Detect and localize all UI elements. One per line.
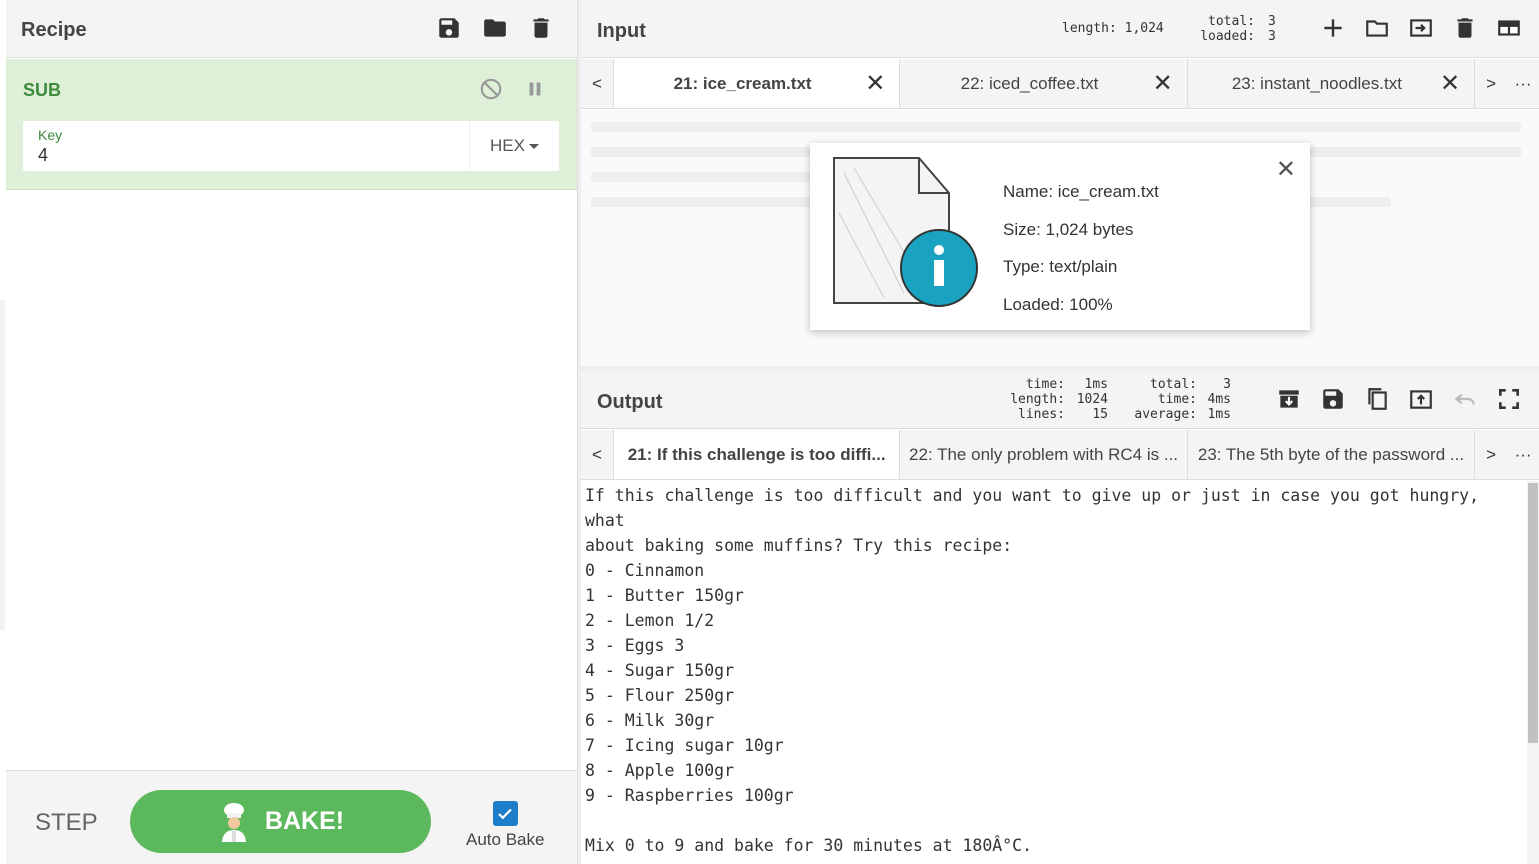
clear-input-trash-icon[interactable] (1451, 14, 1479, 42)
input-tabs: < 21: ice_cream.txt ✕ 22: iced_coffee.tx… (581, 59, 1539, 109)
input-panel: Input length: 1,024 total: 3 loaded: 3 < (581, 0, 1539, 368)
input-length-stat: length: 1,024 (1062, 21, 1164, 36)
input-tab-label: 23: instant_noodles.txt (1231, 73, 1402, 93)
replace-input-icon[interactable] (1407, 385, 1435, 413)
bake-label: BAKE! (264, 807, 345, 835)
output-tab-next-button[interactable]: > (1475, 430, 1507, 479)
scrollbar-thumb[interactable] (1528, 483, 1538, 743)
output-lines-value: 15 (1092, 407, 1108, 422)
output-text[interactable]: If this challenge is too difficult and y… (585, 483, 1515, 858)
input-tab-more-button[interactable]: ··· (1507, 59, 1539, 108)
close-popup-icon[interactable]: ✕ (1276, 155, 1296, 184)
bake-bar: STEP BAKE! Auto Bake (6, 770, 577, 864)
caret-down-icon (528, 143, 539, 149)
output-time2-label: time: (1157, 392, 1197, 407)
input-tab-label: 21: ice_cream.txt (673, 73, 812, 93)
copy-output-icon[interactable] (1363, 385, 1391, 413)
auto-bake-checkbox[interactable] (492, 801, 518, 826)
file-size: Size: 1,024 bytes (1003, 219, 1134, 239)
output-tab-label: 21: If this challenge is too diffi... (627, 444, 886, 464)
output-length-value: 1024 (1076, 392, 1108, 407)
key-input[interactable]: 4 (38, 145, 48, 166)
input-tab-21[interactable]: 21: ice_cream.txt ✕ (612, 59, 901, 108)
bake-button[interactable]: BAKE! (130, 790, 431, 853)
output-total-label: total: (1150, 377, 1197, 392)
auto-bake-toggle[interactable]: Auto Bake (466, 801, 544, 850)
output-header: Output time: 1ms length: 1024 lines: 15 … (581, 371, 1539, 429)
close-tab-icon[interactable]: ✕ (1153, 69, 1173, 98)
clear-recipe-trash-icon[interactable] (527, 14, 555, 42)
output-time2-value: 4ms (1207, 392, 1231, 407)
disable-operation-icon[interactable] (477, 75, 505, 103)
left-resize-handle[interactable] (0, 300, 5, 630)
input-tab-23[interactable]: 23: instant_noodles.txt ✕ (1188, 59, 1476, 108)
pause-operation-icon[interactable] (521, 75, 549, 103)
auto-bake-label: Auto Bake (466, 830, 545, 849)
output-tabs: < 21: If this challenge is too diffi... … (581, 430, 1539, 480)
file-info-popup: Name: ice_cream.txt Size: 1,024 bytes Ty… (810, 143, 1310, 330)
output-panel: Output time: 1ms length: 1024 lines: 15 … (581, 371, 1539, 864)
open-file-icon[interactable] (1407, 14, 1435, 42)
output-average-value: 1ms (1207, 407, 1231, 422)
output-scrollbar[interactable] (1527, 481, 1539, 864)
output-tab-23[interactable]: 23: The 5th byte of the password ... (1188, 430, 1476, 479)
recipe-title: Recipe (21, 19, 87, 41)
save-recipe-icon[interactable] (435, 14, 463, 42)
check-icon (498, 808, 513, 819)
obscured-text-line (591, 172, 811, 182)
output-tab-prev-button[interactable]: < (581, 430, 613, 479)
file-type: Type: text/plain (1003, 257, 1118, 276)
input-tab-prev-button[interactable]: < (581, 59, 613, 108)
file-loaded: Loaded: 100% (1003, 294, 1113, 314)
output-title: Output (597, 391, 663, 413)
output-length-label: length: (1010, 392, 1065, 407)
input-loaded-label: loaded: (1200, 29, 1255, 44)
operation-sub[interactable]: SUB Key 4 HEX (6, 59, 577, 190)
recipe-panel: Recipe SUB Key 4 HEX STEP BAKE! Auto Bak… (0, 0, 578, 864)
load-recipe-folder-icon[interactable] (481, 14, 509, 42)
output-lines-label: lines: (1018, 407, 1065, 422)
key-type-dropdown[interactable]: HEX (469, 121, 559, 171)
output-average-label: average: (1134, 407, 1197, 422)
chef-icon (221, 802, 246, 842)
maximise-icon[interactable] (1495, 385, 1523, 413)
add-input-tab-plus-icon[interactable] (1319, 14, 1347, 42)
obscured-text-line (591, 122, 1521, 132)
save-output-icon[interactable] (1319, 385, 1347, 413)
output-time-label: time: (1025, 377, 1065, 392)
output-tab-more-button[interactable]: ··· (1507, 430, 1539, 479)
input-tab-next-button[interactable]: > (1475, 59, 1507, 108)
input-title: Input (597, 20, 646, 42)
input-header: Input length: 1,024 total: 3 loaded: 3 (581, 0, 1539, 58)
key-type-label: HEX (490, 136, 525, 155)
input-total-label: total: (1208, 14, 1255, 29)
output-time-value: 1ms (1084, 377, 1108, 392)
step-button[interactable]: STEP (35, 809, 98, 837)
recipe-header: Recipe (6, 0, 577, 58)
file-info-icon (833, 157, 978, 307)
close-tab-icon[interactable]: ✕ (1440, 69, 1460, 98)
output-tab-label: 22: The only problem with RC4 is ... (909, 444, 1179, 464)
file-name: Name: ice_cream.txt (1003, 182, 1159, 201)
input-total-value: 3 (1268, 14, 1276, 29)
output-tab-21[interactable]: 21: If this challenge is too diffi... (612, 430, 901, 479)
close-tab-icon[interactable]: ✕ (865, 69, 885, 98)
operation-title: SUB (23, 80, 62, 100)
open-folder-icon[interactable] (1363, 14, 1391, 42)
key-field[interactable]: Key 4 HEX (23, 121, 559, 171)
download-output-icon[interactable] (1275, 385, 1303, 413)
output-tab-22[interactable]: 22: The only problem with RC4 is ... (900, 430, 1188, 479)
input-tab-label: 22: iced_coffee.txt (960, 73, 1099, 93)
undo-icon[interactable] (1451, 385, 1479, 413)
key-label: Key (38, 127, 63, 143)
reset-layout-icon[interactable] (1495, 14, 1523, 42)
output-total-value: 3 (1223, 377, 1231, 392)
input-loaded-value: 3 (1268, 29, 1276, 44)
output-tab-label: 23: The 5th byte of the password ... (1197, 444, 1465, 464)
input-tab-22[interactable]: 22: iced_coffee.txt ✕ (900, 59, 1188, 108)
